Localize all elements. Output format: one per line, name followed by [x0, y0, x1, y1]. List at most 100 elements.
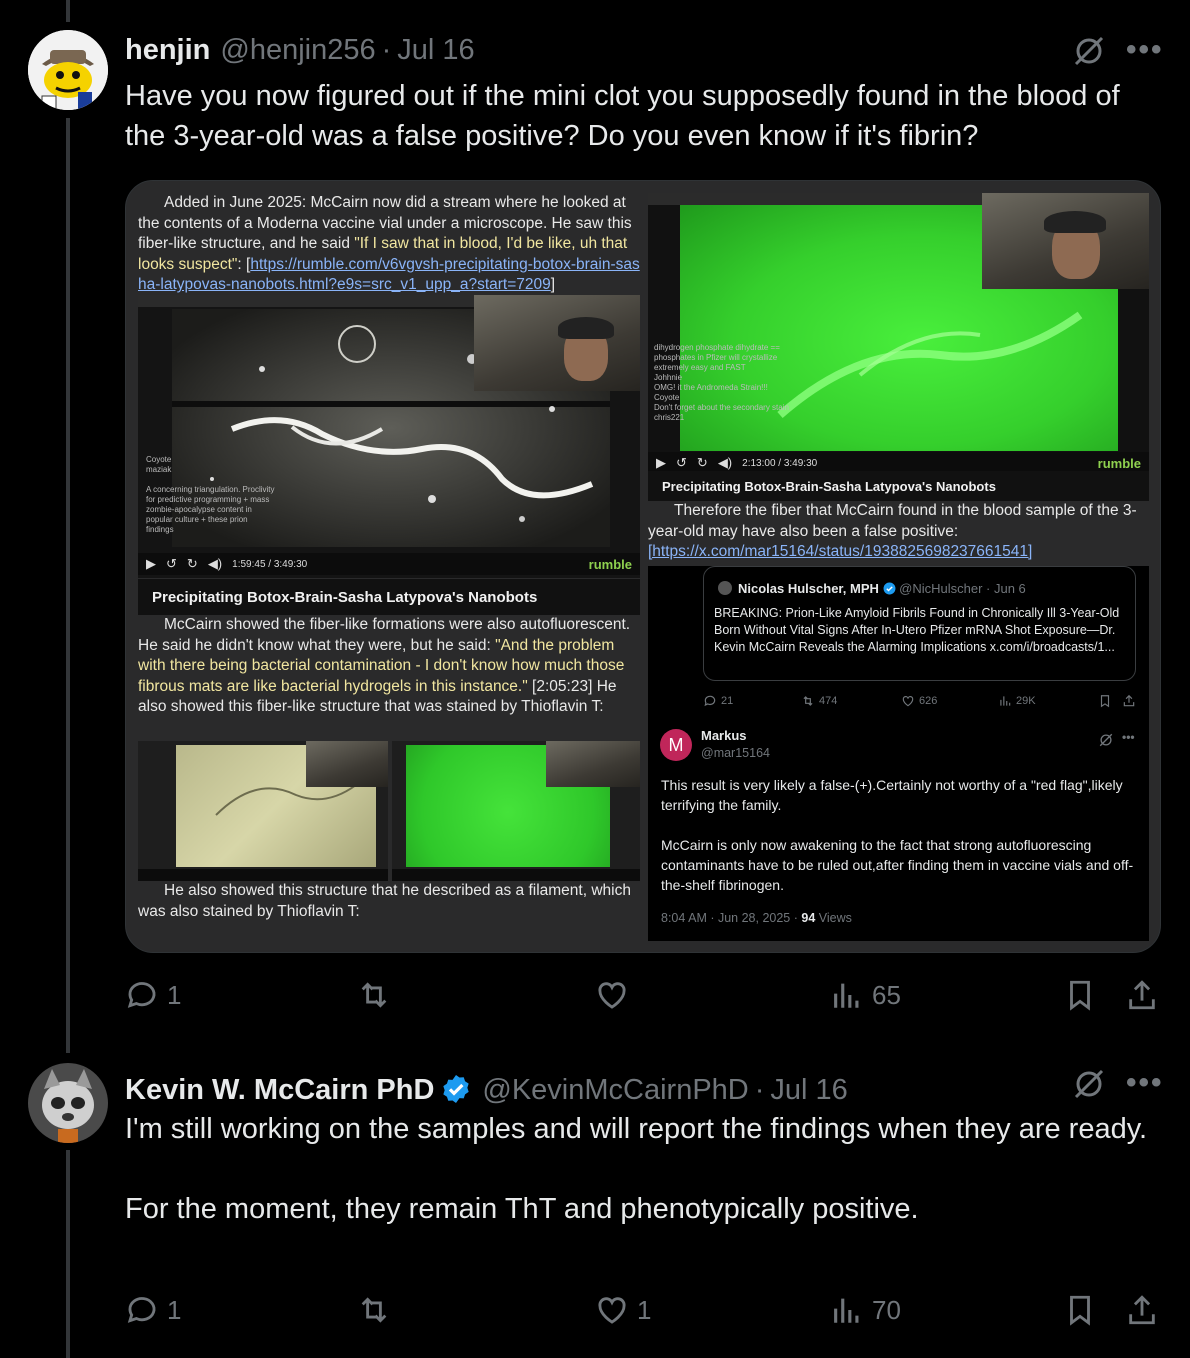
webcam-overlay-3 [546, 741, 640, 787]
rewind-icon-2[interactable]: ↺ [676, 455, 687, 471]
tweet-actions-2: 1 1 70 [125, 1293, 1165, 1333]
thread-line-top [66, 0, 70, 22]
rumble-logo-2: rumble [1097, 455, 1141, 471]
tweet-date[interactable]: Jul 16 [397, 34, 474, 67]
chat-overlay: Coyote maziak A concerning triangulation. … [146, 455, 275, 534]
like-button-2[interactable]: 1 [595, 1293, 651, 1327]
views-icon-small [1000, 696, 1011, 706]
more-options-icon[interactable]: ••• [1126, 35, 1164, 65]
views-icon [834, 983, 859, 1008]
retweet-icon-small [803, 696, 813, 706]
tweet-date-2[interactable]: Jul 16 [770, 1074, 847, 1107]
more-options-icon-2[interactable]: ••• [1126, 1068, 1164, 1098]
bookmark-button-2[interactable] [1063, 1293, 1097, 1327]
reply-button[interactable]: 1 [125, 978, 181, 1012]
retweet-button[interactable] [357, 978, 399, 1012]
tweet-header: henjin @henjin256 · Jul 16 [125, 34, 475, 67]
tht-stain-video-2[interactable] [392, 741, 640, 881]
author-handle[interactable]: @henjin256 [220, 34, 375, 67]
thread-line [66, 118, 70, 1053]
left-paragraph-1: Added in June 2025: McCairn now did a st… [138, 193, 644, 296]
views-button[interactable]: 65 [830, 978, 901, 1012]
verified-icon[interactable] [440, 1073, 472, 1105]
share-icon-2 [1129, 1295, 1155, 1325]
separator-2: · [754, 1074, 765, 1106]
quote-replies-value: 21 [721, 695, 734, 707]
quoted-tweet[interactable]: Nicolas Hulscher, MPH @NicHulscher · Jun… [703, 566, 1136, 681]
tweet-text: Have you now figured out if the mini clo… [125, 80, 1128, 152]
rumble-logo: rumble [588, 556, 632, 572]
view-count: 65 [872, 979, 901, 1010]
right-video-player[interactable]: ▶ ↺ ↻ ◀) 2:13:00 / 3:49:30 rumble [648, 452, 1149, 471]
heart-icon-2 [598, 1297, 626, 1324]
quoted-tweet-text: BREAKING: Prion-Like Amyloid Fibrils Fou… [714, 606, 1120, 654]
webcam-overlay-2 [306, 741, 388, 787]
thread-line-bottom [66, 1150, 70, 1358]
quote-avatar [718, 581, 732, 595]
play-icon-2[interactable]: ▶ [656, 455, 666, 471]
bookmark-icon-small [1100, 695, 1110, 708]
tweet-actions: 1 65 [125, 978, 1165, 1018]
markus-time: 8:04 AM · Jun 28, 2025 · [661, 911, 802, 925]
quote-retweets-value: 474 [819, 695, 838, 707]
like-button[interactable] [595, 978, 637, 1012]
volume-icon-2[interactable]: ◀) [718, 455, 732, 471]
author-name-2[interactable]: Kevin W. McCairn PhD [125, 1074, 434, 1107]
right-paragraph-1: Therefore the fiber that McCairn found i… [648, 501, 1153, 563]
bookmark-button[interactable] [1063, 978, 1097, 1012]
left-video-player[interactable]: ▶ ↺ ↻ ◀) 1:59:45 / 3:49:30 rumble [138, 553, 640, 575]
volume-icon[interactable]: ◀) [208, 556, 222, 572]
avatar-image-kevin [28, 1063, 108, 1143]
author-handle-2[interactable]: @KevinMcCairnPhD [482, 1074, 748, 1107]
view-count-2: 70 [872, 1294, 901, 1325]
share-button-2[interactable] [1125, 1293, 1159, 1327]
video-time: 1:59:45 / 3:49:30 [232, 558, 308, 570]
right-video-caption: Precipitating Botox-Brain-Sasha Latypova… [648, 471, 1149, 501]
share-icon [1129, 980, 1155, 1010]
markus-name: Markus [701, 728, 747, 743]
retweet-icon [361, 982, 387, 1008]
play-icon[interactable]: ▶ [146, 556, 156, 572]
quote-author-handle: @NicHulscher · Jun 6 [899, 581, 1026, 596]
x-status-link[interactable]: [https://x.com/mar15164/status/193882569… [648, 543, 1032, 560]
views-icon-2 [834, 1298, 859, 1323]
reply-icon-small [704, 695, 716, 707]
reply-button-2[interactable]: 1 [125, 1293, 181, 1327]
avatar[interactable] [28, 30, 108, 110]
quote-reply-count: 21 [703, 694, 733, 708]
like-count-2: 1 [637, 1294, 652, 1325]
chat-overlay-2: dihydrogen phosphate dihydrate == phosph… [654, 343, 789, 422]
retweet-icon-2 [361, 1297, 387, 1323]
tweet-header-2: Kevin W. McCairn PhD @KevinMcCairnPhD · … [125, 1067, 848, 1107]
markus-views-count: 94 [801, 911, 816, 925]
quoted-tweet-header: Nicolas Hulscher, MPH @NicHulscher · Jun… [718, 581, 1026, 596]
forward-icon-2[interactable]: ↻ [697, 455, 708, 471]
retweet-button-2[interactable] [357, 1293, 399, 1327]
webcam-overlay-4 [982, 193, 1149, 289]
quote-retweet-count: 474 [801, 694, 837, 708]
grok-icon-2[interactable] [1071, 1066, 1107, 1102]
avatar-kevin[interactable] [28, 1063, 108, 1143]
quote-like-count: 626 [901, 694, 937, 708]
bookmark-icon-2 [1070, 1295, 1090, 1326]
author-name[interactable]: henjin [125, 34, 210, 67]
markus-text: This result is very likely a false-(+).C… [661, 777, 1134, 893]
views-button-2[interactable]: 70 [830, 1293, 901, 1327]
rewind-icon[interactable]: ↺ [166, 556, 177, 572]
tweet-media[interactable]: Added in June 2025: McCairn now did a st… [125, 180, 1161, 953]
share-button[interactable] [1125, 978, 1159, 1012]
reply-count: 1 [167, 979, 182, 1010]
tweet-text-2: I'm still working on the samples and wil… [125, 1113, 1148, 1225]
markus-views-label: Views [815, 911, 852, 925]
left-video-frame[interactable]: Coyote maziak A concerning triangulation. … [138, 295, 640, 578]
forward-icon[interactable]: ↻ [187, 556, 198, 572]
markus-avatar: M [660, 729, 692, 761]
heart-icon-small [902, 696, 914, 707]
grok-icon[interactable] [1071, 33, 1107, 69]
quote-verified-icon [883, 582, 895, 595]
share-icon-small [1123, 694, 1135, 707]
right-video-frame[interactable]: dihydrogen phosphate dihydrate == phosph… [648, 193, 1149, 471]
embedded-tweet-screenshot: Nicolas Hulscher, MPH @NicHulscher · Jun… [648, 566, 1149, 941]
reply-icon [127, 982, 156, 1008]
tht-stain-video-1[interactable] [138, 741, 388, 881]
